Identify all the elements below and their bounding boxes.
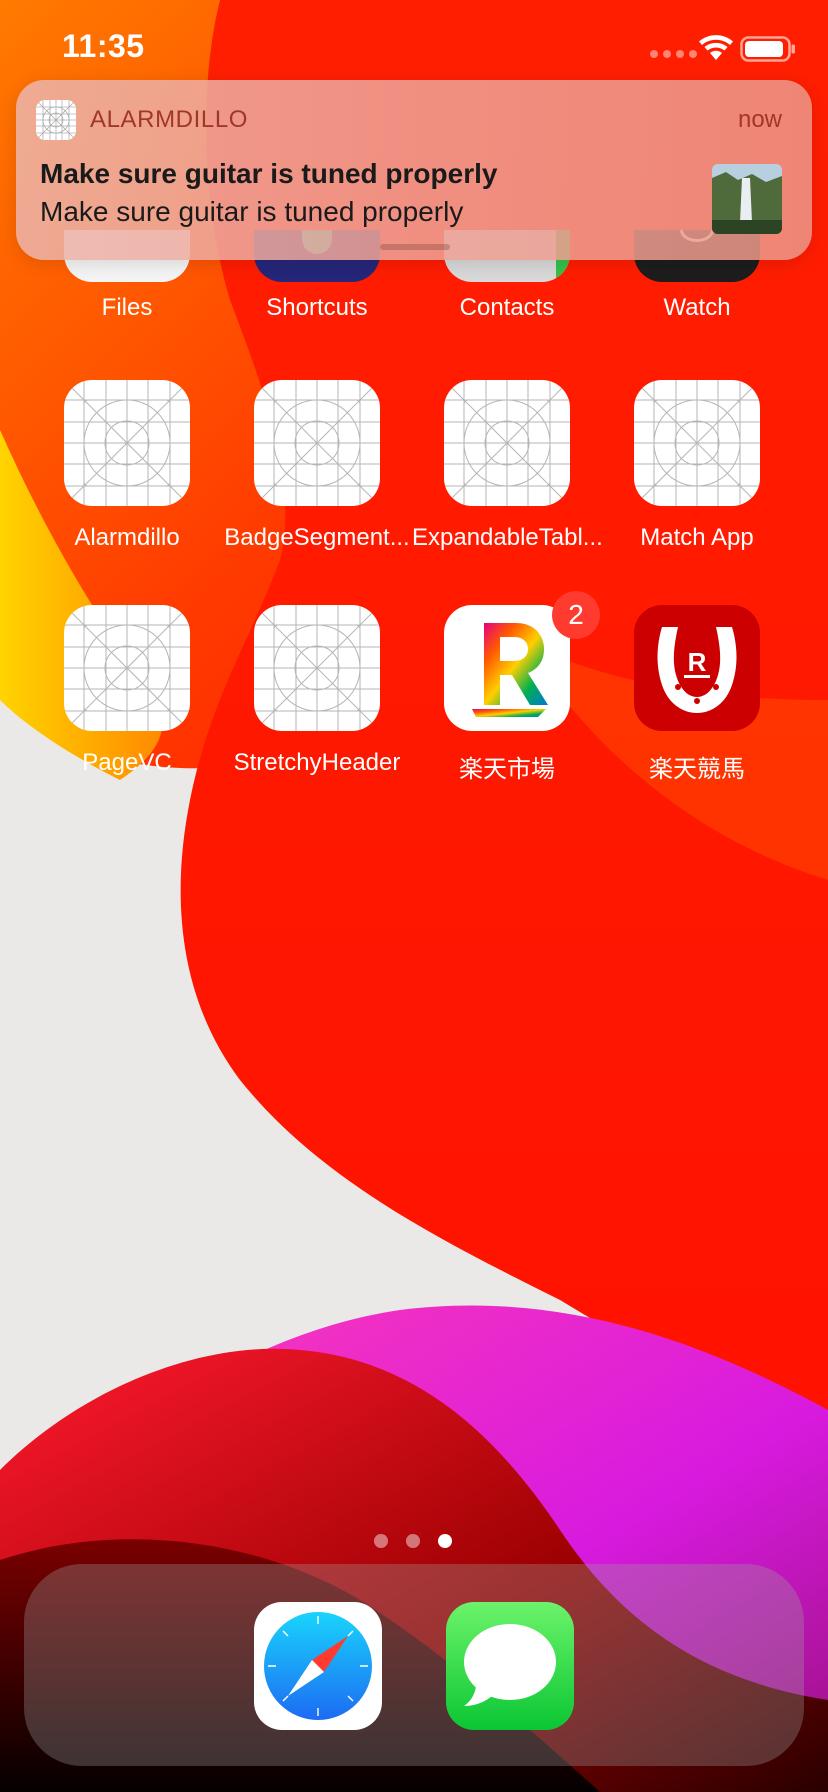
app-label-match-app: Match App [640,524,754,551]
page-dot-2[interactable] [406,1534,420,1548]
app-pagevc[interactable]: PageVC [32,605,222,795]
placeholder-app-icon [634,380,760,506]
app-expandabletable[interactable]: ExpandableTabl... [412,380,603,570]
app-rakuten-ichiba[interactable]: 2 楽天市場 [412,591,602,795]
notification-title: Make sure guitar is tuned properly [40,158,498,189]
notification-grabber-handle[interactable] [380,244,450,250]
app-rakuten-keiba[interactable]: R 楽天競馬 [602,605,792,795]
cellular-signal-icon [650,50,697,58]
safari-icon[interactable] [254,1602,382,1730]
app-label-watch: Watch [663,294,731,321]
page-indicator[interactable] [374,1534,452,1548]
notification-body: Make sure guitar is tuned properly [40,196,464,227]
dock [24,1564,804,1766]
app-label-pagevc: PageVC [82,749,172,776]
app-label-expandabletable: ExpandableTabl... [412,524,603,551]
app-label-rakuten-ichiba: 楽天市場 [459,756,555,783]
notification-time: now [737,106,782,133]
placeholder-app-icon [444,380,570,506]
notification-badge: 2 [552,591,600,639]
page-dot-1[interactable] [374,1534,388,1548]
messages-icon[interactable] [446,1602,574,1730]
app-stretchyheader[interactable]: StretchyHeader [222,605,412,795]
app-label-contacts: Contacts [459,294,555,321]
placeholder-app-icon [254,605,380,731]
app-badgesegment[interactable]: BadgeSegment... [222,380,412,570]
status-time: 11:35 [62,28,145,64]
placeholder-app-icon [64,605,190,731]
placeholder-app-icon [64,380,190,506]
app-label-shortcuts: Shortcuts [266,294,368,321]
notification-thumbnail-image [712,164,782,234]
battery-icon [740,36,795,62]
app-label-rakuten-keiba: 楽天競馬 [649,756,745,783]
rakuten-ichiba-icon [444,605,570,731]
wifi-icon [699,35,733,60]
app-label-badgesegment: BadgeSegment... [224,524,410,551]
app-label-files: Files [101,294,153,321]
alarmdillo-app-icon [36,100,76,140]
app-label-alarmdillo: Alarmdillo [74,524,180,551]
app-match-app[interactable]: Match App [602,380,792,570]
placeholder-app-icon [254,380,380,506]
page-dot-3[interactable] [438,1534,452,1548]
notification-app-name: ALARMDILLO [90,106,249,133]
notification-banner[interactable]: ALARMDILLO now Make sure guitar is tuned… [16,80,812,260]
app-alarmdillo[interactable]: Alarmdillo [32,380,222,570]
svg-text:R: R [688,647,707,677]
rakuten-keiba-icon: R [634,605,760,731]
app-label-stretchyheader: StretchyHeader [233,749,401,776]
